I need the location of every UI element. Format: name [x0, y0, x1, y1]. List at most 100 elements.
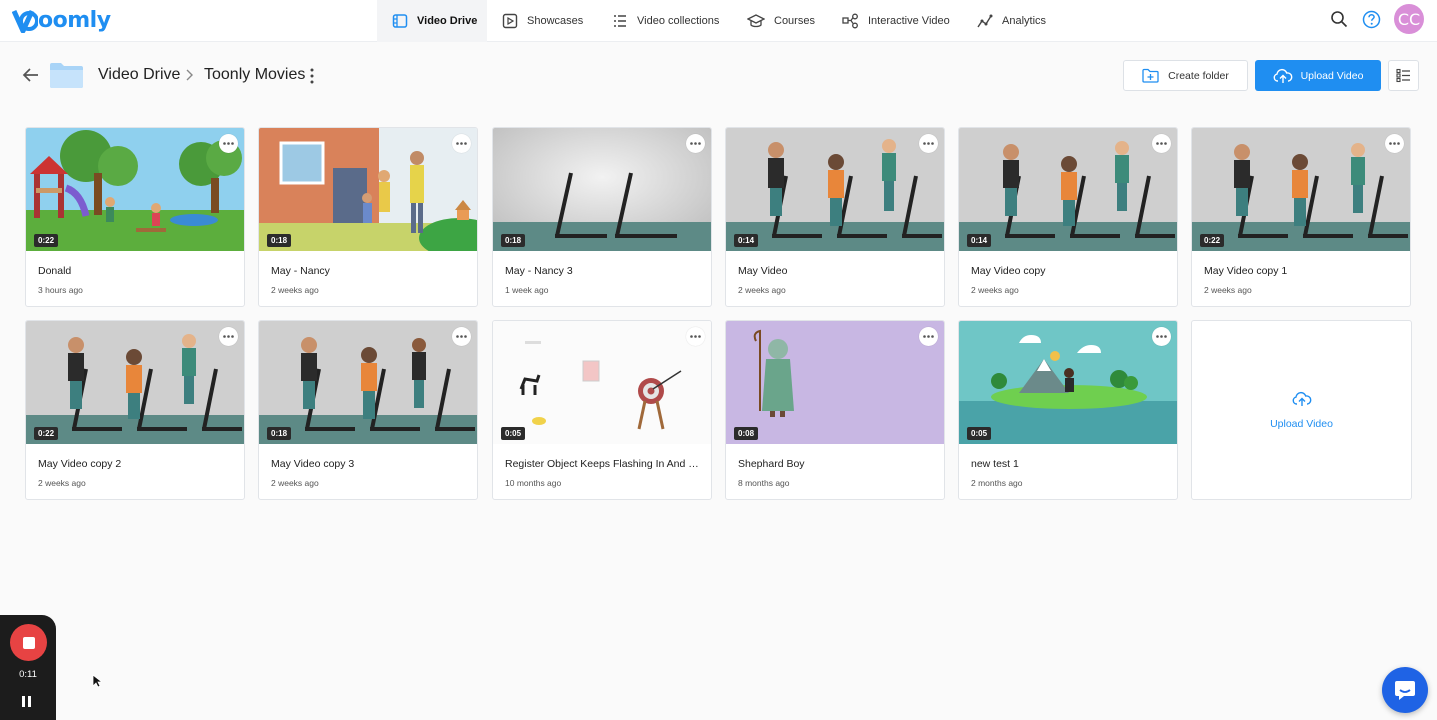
- video-card[interactable]: 0:22 Donald 3 hours ago: [25, 127, 245, 307]
- nav-courses[interactable]: Courses: [747, 0, 815, 42]
- nav-video-drive[interactable]: Video Drive: [377, 0, 487, 42]
- upload-video-card[interactable]: Upload Video: [1191, 320, 1412, 500]
- back-arrow-icon[interactable]: [21, 65, 41, 85]
- nav-interactive-video[interactable]: Interactive Video: [842, 0, 950, 42]
- support-chat-button[interactable]: [1382, 667, 1428, 713]
- upload-video-card-label: Upload Video: [1270, 418, 1333, 430]
- nav-video-collections[interactable]: Video collections: [612, 0, 719, 42]
- video-thumbnail: [493, 321, 711, 444]
- stop-icon: [22, 636, 35, 649]
- card-more-button[interactable]: [452, 327, 471, 346]
- card-more-button[interactable]: [1152, 327, 1171, 346]
- breadcrumb-root[interactable]: Video Drive: [98, 66, 180, 84]
- more-vertical-icon[interactable]: [306, 67, 318, 85]
- cloud-upload-icon: [1292, 391, 1312, 406]
- video-title[interactable]: May Video copy 1: [1204, 265, 1402, 277]
- nav-label: Video collections: [637, 15, 720, 27]
- help-icon: [1362, 10, 1380, 28]
- card-more-button[interactable]: [919, 134, 938, 153]
- more-horizontal-icon: [1156, 142, 1167, 145]
- video-title[interactable]: Register Object Keeps Flashing In And Ou…: [505, 458, 703, 470]
- video-title[interactable]: new test 1: [971, 458, 1169, 470]
- analytics-icon: [977, 14, 993, 28]
- logo-v-icon: [12, 9, 38, 33]
- video-card[interactable]: 0:18 May - Nancy 2 weeks ago: [258, 127, 478, 307]
- video-title[interactable]: May - Nancy 3: [505, 265, 703, 277]
- search-icon: [1331, 11, 1348, 28]
- video-time: 2 weeks ago: [971, 285, 1019, 295]
- duration-badge: 0:18: [501, 234, 526, 247]
- user-avatar[interactable]: CC: [1394, 4, 1424, 34]
- card-more-button[interactable]: [686, 134, 705, 153]
- more-horizontal-icon: [1389, 142, 1400, 145]
- video-thumbnail: [259, 128, 477, 251]
- video-time: 2 weeks ago: [271, 478, 319, 488]
- card-more-button[interactable]: [452, 134, 471, 153]
- showcase-icon: [502, 13, 518, 29]
- search-button[interactable]: [1328, 8, 1350, 30]
- mouse-cursor-icon: [92, 674, 102, 688]
- folder-icon: [50, 63, 83, 88]
- video-time: 2 weeks ago: [38, 478, 86, 488]
- video-title[interactable]: May Video copy 3: [271, 458, 469, 470]
- video-time: 1 week ago: [505, 285, 549, 295]
- video-card[interactable]: 0:05 new test 1 2 months ago: [958, 320, 1178, 500]
- video-card[interactable]: 0:05 Register Object Keeps Flashing In A…: [492, 320, 712, 500]
- logo-text: oomly: [38, 7, 111, 33]
- pause-icon[interactable]: [22, 694, 34, 707]
- video-title[interactable]: Shephard Boy: [738, 458, 936, 470]
- nav-showcases[interactable]: Showcases: [502, 0, 583, 42]
- more-horizontal-icon: [690, 335, 701, 338]
- upload-video-label: Upload Video: [1300, 69, 1364, 82]
- chevron-right-icon: [186, 69, 193, 81]
- card-more-button[interactable]: [1152, 134, 1171, 153]
- chat-icon: [1395, 681, 1415, 700]
- video-card[interactable]: 0:14 May Video copy 2 weeks ago: [958, 127, 1178, 307]
- top-nav-bar: oomly Video Drive Showcases Video collec…: [0, 0, 1437, 42]
- breadcrumb-current: Toonly Movies: [204, 66, 306, 83]
- video-thumbnail: [959, 128, 1177, 251]
- video-thumbnail: [1192, 128, 1410, 251]
- folder-plus-icon: [1142, 68, 1159, 83]
- create-folder-button[interactable]: Create folder: [1123, 60, 1248, 91]
- video-title[interactable]: May Video copy: [971, 265, 1169, 277]
- help-button[interactable]: [1360, 8, 1382, 30]
- card-more-button[interactable]: [686, 327, 705, 346]
- more-horizontal-icon: [223, 335, 234, 338]
- voomly-logo[interactable]: oomly: [12, 5, 111, 35]
- video-card[interactable]: 0:18 May - Nancy 3 1 week ago: [492, 127, 712, 307]
- stop-recording-button[interactable]: [10, 624, 47, 661]
- collections-icon: [614, 15, 626, 27]
- card-more-button[interactable]: [919, 327, 938, 346]
- card-more-button[interactable]: [219, 134, 238, 153]
- video-title[interactable]: Donald: [38, 265, 236, 277]
- video-card[interactable]: 0:18 May Video copy 3 2 weeks ago: [258, 320, 478, 500]
- more-horizontal-icon: [456, 142, 467, 145]
- duration-badge: 0:14: [967, 234, 992, 247]
- more-horizontal-icon: [690, 142, 701, 145]
- video-title[interactable]: May Video: [738, 265, 936, 277]
- duration-badge: 0:22: [1200, 234, 1225, 247]
- video-card[interactable]: 0:08 Shephard Boy 8 months ago: [725, 320, 945, 500]
- video-time: 3 hours ago: [38, 285, 83, 295]
- video-title[interactable]: May - Nancy: [271, 265, 469, 277]
- more-horizontal-icon: [1156, 335, 1167, 338]
- create-folder-label: Create folder: [1168, 69, 1229, 82]
- video-card[interactable]: 0:14 May Video 2 weeks ago: [725, 127, 945, 307]
- video-card[interactable]: 0:22 May Video copy 1 2 weeks ago: [1191, 127, 1411, 307]
- cloud-upload-icon: [1273, 68, 1292, 83]
- video-thumbnail: [726, 128, 944, 251]
- screen-recorder-widget: 0:11: [0, 615, 56, 720]
- more-horizontal-icon: [223, 142, 234, 145]
- duration-badge: 0:05: [967, 427, 992, 440]
- list-view-toggle[interactable]: [1388, 60, 1419, 91]
- nav-analytics[interactable]: Analytics: [977, 0, 1046, 42]
- upload-video-button[interactable]: Upload Video: [1255, 60, 1381, 91]
- video-time: 2 months ago: [971, 478, 1023, 488]
- video-card[interactable]: 0:22 May Video copy 2 2 weeks ago: [25, 320, 245, 500]
- duration-badge: 0:05: [501, 427, 526, 440]
- more-horizontal-icon: [923, 335, 934, 338]
- card-more-button[interactable]: [219, 327, 238, 346]
- video-title[interactable]: May Video copy 2: [38, 458, 236, 470]
- card-more-button[interactable]: [1385, 134, 1404, 153]
